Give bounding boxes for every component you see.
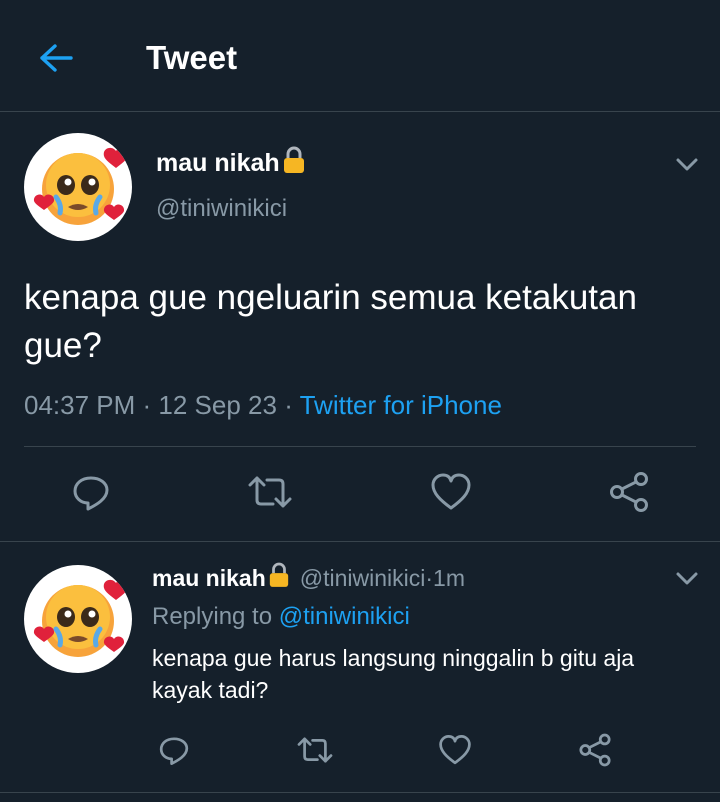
reply-icon [73,476,109,511]
reply-icon [159,737,189,765]
tweet-source-link[interactable]: Twitter for iPhone [300,390,502,420]
meta-separator: · [276,390,300,420]
chevron-down-icon [676,158,698,171]
replying-to-link[interactable]: @tiniwinikici [279,603,410,630]
author-name: mau nikah [156,148,280,177]
like-button[interactable] [436,730,474,770]
retweet-icon [297,737,333,763]
divider [0,792,720,793]
chevron-down-icon [676,572,698,585]
reply-text: kenapa gue harus langsung ninggalin b gi… [152,645,635,703]
reply-button[interactable] [154,730,194,770]
tweet-age: 1m [433,564,465,591]
meta-separator: · [425,564,434,591]
lock-icon [282,146,306,181]
reply-button[interactable] [66,470,116,514]
like-button[interactable] [428,470,474,514]
tweet-options-button[interactable] [673,154,701,174]
back-button[interactable] [34,38,78,78]
tweet-meta: 04:37 PM · 12 Sep 23 · Twitter for iPhon… [24,388,502,422]
tweet-time: 04:37 PM [24,390,136,420]
replying-to-label: Replying to [152,603,279,630]
share-icon [610,472,648,512]
author-handle[interactable]: @tiniwinikici [156,194,287,224]
divider [24,446,696,447]
tweet-date: 12 Sep 23 [158,390,277,420]
author-handle: @tiniwinikici [299,564,426,591]
author-name: mau nikah [152,564,266,591]
share-button[interactable] [606,470,652,514]
author-name-row[interactable]: mau nikah [156,146,306,180]
arrow-left-icon [40,44,73,72]
tweet-text: kenapa gue ngeluarin semua ketakutan gue… [24,278,637,365]
like-icon [439,735,471,765]
like-icon [431,473,471,510]
pleading-face-hearts-icon [33,579,129,657]
top-bar: Tweet [0,0,720,112]
avatar[interactable] [24,565,132,673]
retweet-button[interactable] [294,730,336,770]
retweet-button[interactable] [244,470,296,514]
retweet-icon [248,476,292,508]
tweet-options-button[interactable] [673,568,701,588]
share-button[interactable] [576,730,614,770]
reply-author-row[interactable]: mau nikah @tiniwinikici · 1m [152,562,465,594]
page-title: Tweet [146,39,238,76]
lock-icon [268,562,290,594]
avatar[interactable] [24,133,132,241]
share-icon [579,733,611,767]
divider [0,541,720,542]
replying-to: Replying to @tiniwinikici [152,602,410,632]
meta-separator: · [135,390,159,420]
pleading-face-hearts-icon [33,147,129,225]
